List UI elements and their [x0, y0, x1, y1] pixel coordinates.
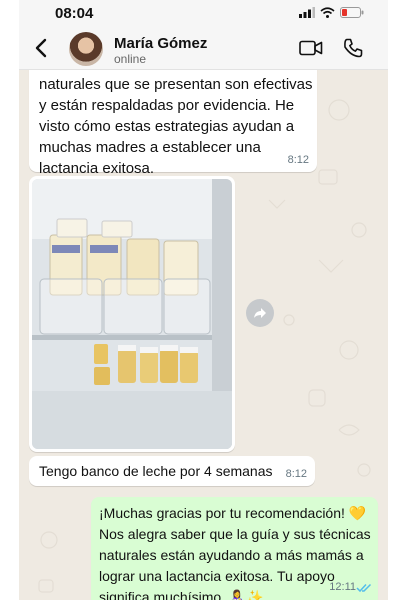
status-bar: 08:04 — [19, 0, 388, 26]
message-bubble-incoming[interactable]: Tengo banco de leche por 4 semanas 8:12 — [29, 456, 315, 486]
signal-icon — [299, 7, 315, 18]
message-time: 12:11 — [329, 581, 356, 593]
message-text: naturales que se presentan son efectivas… — [39, 76, 313, 177]
back-arrow-icon[interactable] — [31, 36, 53, 60]
image-message[interactable] — [29, 176, 235, 452]
status-time: 08:04 — [55, 5, 94, 22]
voice-call-icon[interactable] — [343, 38, 363, 58]
contact-status: online — [114, 52, 147, 66]
video-call-icon[interactable] — [299, 40, 323, 56]
battery-icon — [340, 7, 364, 18]
message-time: 8:12 — [287, 154, 309, 166]
contact-name[interactable]: María Gómez — [114, 35, 207, 52]
forward-icon — [254, 308, 266, 318]
read-ticks-icon — [356, 583, 372, 593]
wifi-icon — [320, 7, 335, 18]
milk-storage-photo[interactable] — [32, 179, 232, 449]
freezer-illustration — [32, 179, 232, 449]
forward-button[interactable] — [246, 299, 274, 327]
chat-header: María Gómez online — [19, 26, 388, 70]
status-icons — [299, 7, 364, 18]
message-time: 8:12 — [285, 468, 307, 480]
message-bubble-outgoing[interactable]: ¡Muchas gracias por tu recomendación! 💛 … — [91, 497, 378, 600]
avatar[interactable] — [69, 32, 103, 66]
chat-screen: 08:04 María Gómez online naturales que s… — [19, 0, 388, 600]
message-text: Tengo banco de leche por 4 semanas — [39, 463, 273, 479]
